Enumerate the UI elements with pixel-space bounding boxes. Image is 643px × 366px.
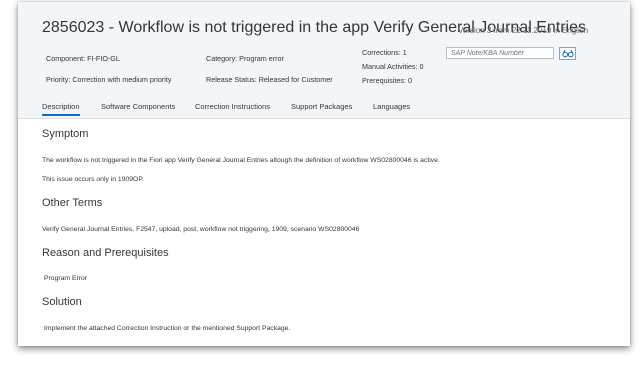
meta-corrections: Corrections: 1: [362, 48, 407, 57]
section-heading-other-terms: Other Terms: [42, 197, 103, 209]
section-heading-solution: Solution: [42, 296, 82, 308]
meta-prerequisites: Prerequisites: 0: [362, 76, 412, 85]
tab-correction-instructions[interactable]: Correction Instructions: [195, 102, 270, 111]
tab-software-components[interactable]: Software Components: [101, 102, 175, 111]
meta-priority: Priority: Correction with medium priorit…: [46, 75, 172, 84]
symptom-text-line-2: This issue occurs only in 1909OP.: [42, 176, 144, 183]
meta-release-status: Release Status: Released for Customer: [206, 75, 333, 84]
version-info: Version 3 from 22.11.2019 in English: [458, 26, 589, 35]
reason-text: Program Error: [44, 275, 88, 282]
other-terms-text: Verify General Journal Entries, F2547, u…: [42, 226, 360, 233]
meta-category: Category: Program error: [206, 54, 284, 63]
tab-description[interactable]: Description: [42, 102, 80, 116]
note-number-search-input[interactable]: [446, 47, 554, 59]
search-button[interactable]: [559, 47, 576, 60]
meta-component: Component: FI-FIO-GL: [46, 54, 120, 63]
meta-manual-activities: Manual Activities: 0: [362, 62, 424, 71]
section-heading-symptom: Symptom: [42, 128, 89, 140]
tab-languages[interactable]: Languages: [373, 102, 410, 111]
symptom-text-line-1: The workflow is not triggered in the Fio…: [42, 157, 440, 164]
section-heading-reason: Reason and Prerequisites: [42, 247, 169, 259]
note-card: 2856023 - Workflow is not triggered in t…: [18, 2, 630, 346]
tab-support-packages[interactable]: Support Packages: [291, 102, 352, 111]
solution-text: Implement the attached Correction Instru…: [44, 325, 291, 332]
note-header: 2856023 - Workflow is not triggered in t…: [18, 2, 630, 119]
binoculars-icon: [561, 45, 574, 63]
